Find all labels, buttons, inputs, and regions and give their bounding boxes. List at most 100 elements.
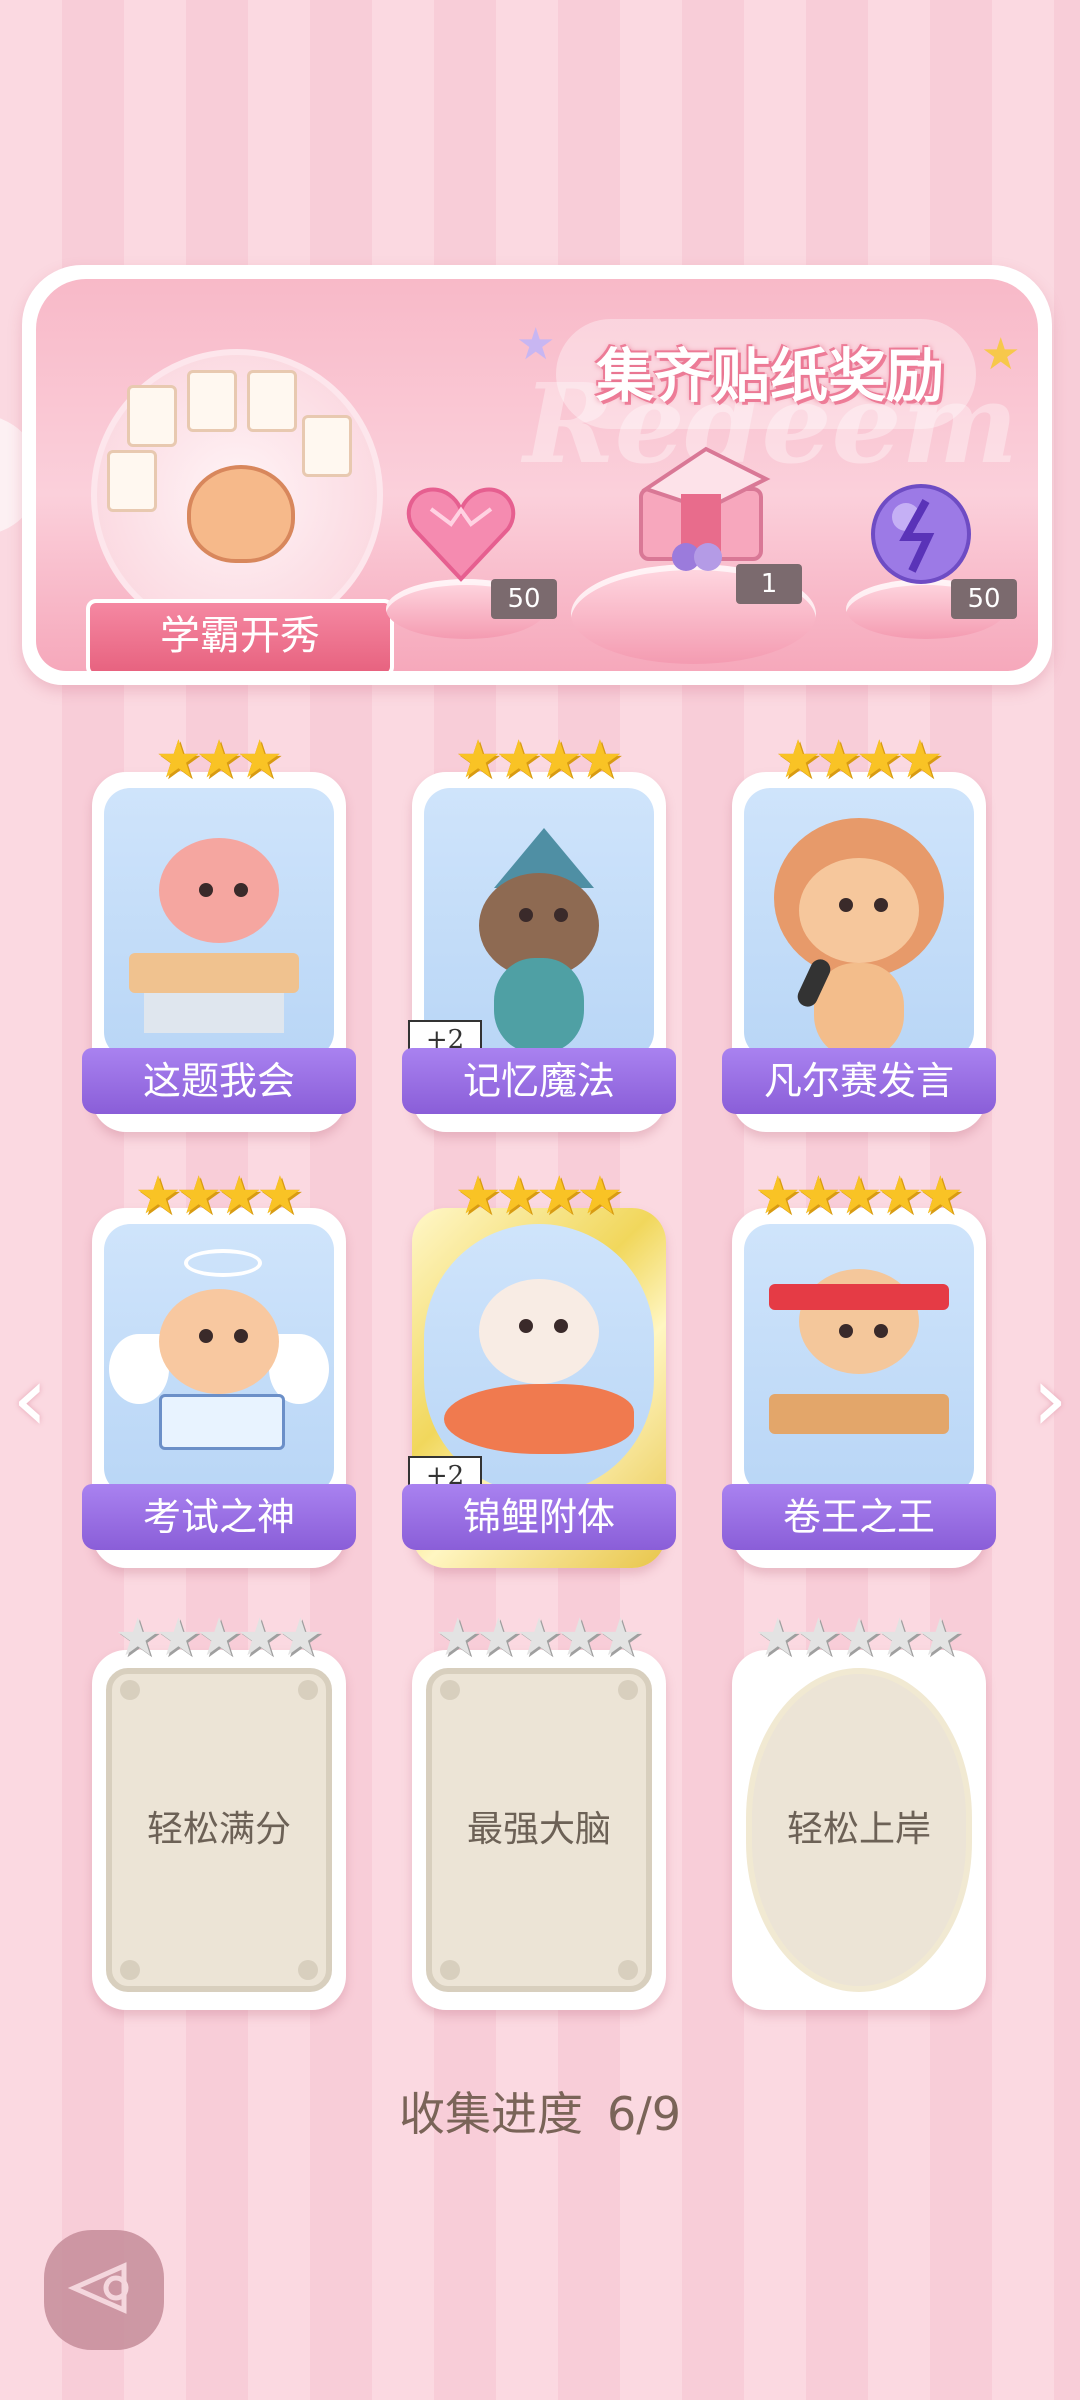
star-icon: ★ [276,1608,324,1668]
star-rating: ★★★★★ [412,1610,666,1670]
star-icon: ★ [175,1166,222,1226]
desk-icon [769,1394,949,1434]
star-rating: ★★★★ [412,1168,666,1228]
reward-count: 1 [736,564,802,604]
heart-gem-icon[interactable] [406,479,516,589]
sticker-card[interactable]: ★★★★ 考试之神 [82,1168,356,1568]
star-icon: ★ [835,1608,883,1668]
koi-bear-sticker-art [424,1224,654,1494]
prev-page-arrow-icon[interactable]: ‹ [12,1355,48,1445]
sticker-card[interactable]: ★★★ 这题我会 [82,732,356,1132]
star-icon: ★ [596,1608,644,1668]
star-icon: ★ [236,1608,283,1668]
headband-icon [769,1284,949,1310]
sticker-card[interactable]: ★★★★ +2 记忆魔法 [402,732,676,1132]
bear-icon [159,838,279,943]
star-icon: ★ [795,1608,842,1668]
sticker-card[interactable]: ★★★★ +2 锦鲤附体 [402,1168,676,1568]
star-decoration-icon: ★ [516,319,556,370]
star-rating: ★★★ [92,732,346,792]
back-arrow-icon [64,2258,144,2322]
sign-icon [159,1394,285,1450]
paper-icon [302,415,352,477]
collection-progress: 收集进度 6/9 [0,2078,1080,2144]
star-icon: ★ [876,1166,923,1226]
star-icon: ★ [576,730,624,790]
paper-icon [127,385,177,447]
star-icon: ★ [754,1166,802,1226]
star-icon: ★ [536,730,583,790]
star-icon: ★ [236,730,283,790]
reward-banner-inner: Redeem 集齐贴纸奖励 ★ ★ 学霸开秀 50 1 50 [36,279,1038,671]
angel-cat-sticker-art [104,1224,334,1494]
star-icon: ★ [515,1608,563,1668]
sticker-card[interactable]: ★★★★ 凡尔赛发言 [722,732,996,1132]
koi-fish-icon [444,1384,634,1454]
cat-icon [159,1289,279,1394]
card-title: 记忆魔法 [402,1048,676,1114]
locked-sticker-card[interactable]: ★★★★★ 轻松满分 [92,1610,346,2010]
star-icon: ★ [536,1166,583,1226]
star-icon: ★ [916,1166,964,1226]
card-title: 最强大脑 [466,1809,611,1850]
star-icon: ★ [835,1166,883,1226]
locked-sticker-card[interactable]: ★★★★★ 轻松上岸 [732,1610,986,2010]
bear-sticker-art [104,788,334,1058]
star-icon: ★ [434,1608,482,1668]
paper-icon [107,450,157,512]
bear-icon [479,1279,599,1384]
star-icon: ★ [495,1166,542,1226]
star-icon: ★ [774,730,822,790]
star-icon: ★ [216,1166,263,1226]
progress-label: 收集进度 [398,2087,583,2141]
star-icon: ★ [576,1166,624,1226]
star-rating: ★★★★ [412,732,666,792]
star-icon: ★ [795,1166,842,1226]
gift-box-icon[interactable] [626,439,776,579]
star-icon: ★ [495,730,542,790]
locked-sticker-card[interactable]: ★★★★★ 最强大脑 [412,1610,666,2010]
star-rating: ★★★★★ [92,1610,346,1670]
card-title: 卷王之王 [722,1484,996,1550]
reward-count: 50 [951,579,1017,619]
star-icon: ★ [815,730,862,790]
card-title: 这题我会 [82,1048,356,1114]
star-rating: ★★★★★ [732,1610,986,1670]
star-icon: ★ [454,730,502,790]
card-title: 锦鲤附体 [402,1484,676,1550]
energy-orb-icon[interactable] [866,479,976,589]
star-icon: ★ [155,1608,202,1668]
cat-mascot-icon [187,465,295,563]
star-icon: ★ [195,1608,243,1668]
paper-icon [187,370,237,432]
paper-icon [247,370,297,432]
halo-icon [184,1249,262,1277]
star-icon: ★ [114,1608,162,1668]
star-icon: ★ [475,1608,522,1668]
hero-bubble [91,349,383,641]
star-decoration-icon: ★ [981,329,1021,380]
lion-sticker-art [744,788,974,1058]
star-icon: ★ [256,1166,304,1226]
star-icon: ★ [195,730,243,790]
banner-title: 集齐贴纸奖励 [596,342,945,410]
star-icon: ★ [155,730,202,790]
progress-value: 6/9 [606,2087,682,2141]
reward-banner: Redeem 集齐贴纸奖励 ★ ★ 学霸开秀 50 1 50 [22,265,1052,685]
next-page-arrow-icon[interactable]: › [1032,1355,1068,1445]
back-button[interactable] [44,2230,164,2350]
star-rating: ★★★★ [732,732,986,792]
card-title: 轻松上岸 [786,1809,931,1850]
star-icon: ★ [916,1608,964,1668]
star-rating: ★★★★ [92,1168,346,1228]
card-title: 凡尔赛发言 [722,1048,996,1114]
star-rating: ★★★★★ [732,1168,986,1228]
star-icon: ★ [876,1608,923,1668]
star-icon: ★ [556,1608,603,1668]
otter-wizard-sticker-art [424,788,654,1058]
star-icon: ★ [754,1608,802,1668]
lion-icon [799,858,919,963]
sticker-card[interactable]: ★★★★★ 卷王之王 [722,1168,996,1568]
hero-label: 学霸开秀 [86,599,394,671]
card-title: 考试之神 [82,1484,356,1550]
